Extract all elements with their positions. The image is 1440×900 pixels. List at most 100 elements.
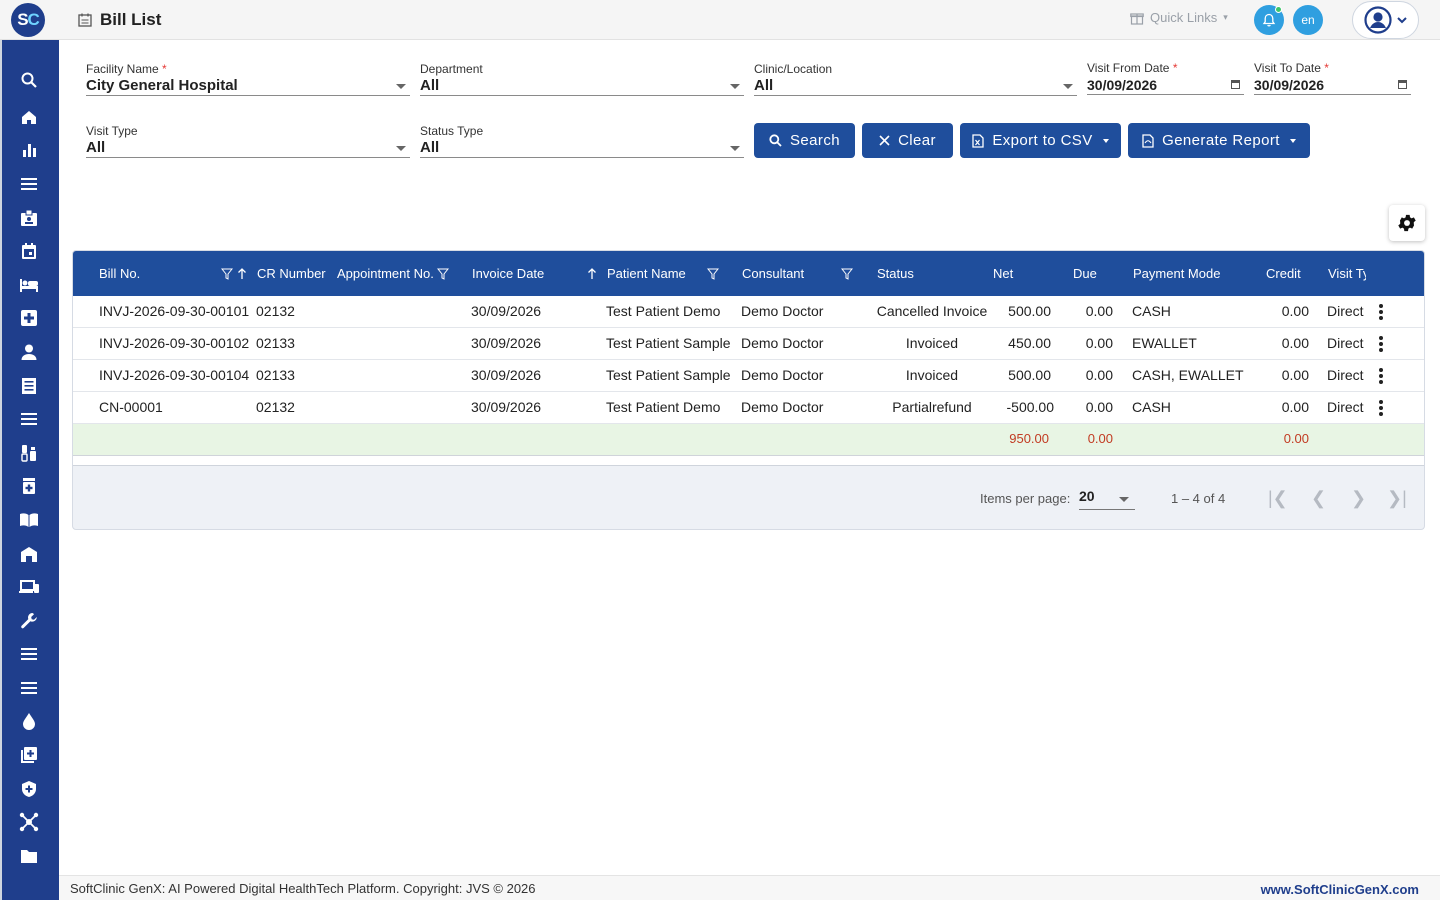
- last-page-icon[interactable]: ❯|: [1387, 488, 1407, 509]
- store-icon[interactable]: [19, 544, 39, 564]
- visit-from-date-field[interactable]: Visit From Date * 30/09/2026: [1087, 61, 1244, 95]
- cell-consultant: Demo Doctor: [741, 335, 824, 351]
- wrench-icon[interactable]: [19, 611, 39, 631]
- book-icon[interactable]: [19, 510, 39, 530]
- cell-credit: 0.00: [1281, 335, 1309, 351]
- user-menu-button[interactable]: [1352, 1, 1419, 39]
- filter-icon[interactable]: [437, 268, 449, 280]
- website-link[interactable]: www.SoftClinicGenX.com: [1261, 882, 1419, 897]
- quick-links-menu[interactable]: Quick Links ▾: [1130, 10, 1228, 25]
- page-range: 1 – 4 of 4: [1171, 491, 1226, 506]
- cell-bill-no[interactable]: INVJ-2026-09-30-00102: [99, 335, 249, 351]
- department-value[interactable]: All: [420, 76, 744, 96]
- cell-consultant: Demo Doctor: [741, 303, 824, 319]
- header-bill-no[interactable]: Bill No.: [99, 266, 140, 281]
- calendar-icon[interactable]: [19, 241, 39, 261]
- more-actions-icon[interactable]: [1379, 304, 1383, 320]
- shield-icon[interactable]: [19, 779, 39, 799]
- export-csv-button[interactable]: Export to CSV: [960, 123, 1121, 158]
- sort-arrow-icon[interactable]: [587, 268, 597, 280]
- language-button[interactable]: en: [1293, 5, 1323, 35]
- header-status[interactable]: Status: [877, 266, 914, 281]
- status-type-select[interactable]: Status Type All: [420, 124, 744, 158]
- filter-icon[interactable]: [221, 268, 233, 280]
- visit-to-date-field[interactable]: Visit To Date * 30/09/2026: [1254, 61, 1411, 95]
- more-actions-icon[interactable]: [1379, 336, 1383, 352]
- person-icon[interactable]: [19, 342, 39, 362]
- list-icon[interactable]: [19, 409, 39, 429]
- visit-type-value[interactable]: All: [86, 138, 410, 158]
- facility-value[interactable]: City General Hospital: [86, 76, 410, 96]
- page-size-select[interactable]: 20: [1079, 488, 1135, 510]
- header-invoice-date[interactable]: Invoice Date: [472, 266, 544, 281]
- visit-to-value[interactable]: 30/09/2026: [1254, 75, 1411, 95]
- footer: SoftClinic GenX: AI Powered Digital Heal…: [59, 875, 1440, 900]
- header-credit[interactable]: Credit: [1266, 266, 1301, 281]
- cell-bill-no[interactable]: INVJ-2026-09-30-00101: [99, 303, 249, 319]
- header-net[interactable]: Net: [993, 266, 1013, 281]
- table-row[interactable]: CN-00001 02132 30/09/2026 Test Patient D…: [73, 392, 1424, 424]
- visit-from-value[interactable]: 30/09/2026: [1087, 75, 1244, 95]
- previous-page-icon[interactable]: ❮: [1311, 488, 1326, 509]
- table-row[interactable]: INVJ-2026-09-30-00102 02133 30/09/2026 T…: [73, 328, 1424, 360]
- header-cr-number[interactable]: CR Number: [257, 266, 326, 281]
- filter-icon[interactable]: [707, 268, 719, 280]
- header-appointment-no[interactable]: Appointment No.: [337, 266, 434, 281]
- receipt-icon[interactable]: [19, 376, 39, 396]
- app-logo[interactable]: SC: [11, 3, 45, 37]
- sort-arrow-icon[interactable]: [237, 268, 247, 280]
- clear-button[interactable]: Clear: [862, 123, 953, 158]
- medical-plus-icon[interactable]: [19, 308, 39, 328]
- close-icon: [879, 135, 890, 146]
- menu-2-icon[interactable]: [19, 644, 39, 664]
- column-settings-button[interactable]: [1389, 205, 1425, 241]
- folder-icon[interactable]: [19, 846, 39, 866]
- more-actions-icon[interactable]: [1379, 400, 1383, 416]
- bar-chart-icon[interactable]: [19, 140, 39, 160]
- horizontal-scrollbar[interactable]: [73, 456, 1424, 466]
- first-page-icon[interactable]: |❮: [1268, 488, 1288, 509]
- facility-select[interactable]: Facility Name * City General Hospital: [86, 62, 410, 96]
- department-select[interactable]: Department All: [420, 62, 744, 96]
- total-credit: 0.00: [1283, 431, 1309, 446]
- home-icon[interactable]: [19, 107, 39, 127]
- cell-bill-no[interactable]: INVJ-2026-09-30-00104: [99, 367, 249, 383]
- avatar-icon: [1363, 6, 1392, 34]
- header-due[interactable]: Due: [1073, 266, 1097, 281]
- paginator: Items per page: 20 1 – 4 of 4 |❮ ❮ ❯ ❯|: [73, 466, 1424, 529]
- drop-icon[interactable]: [19, 711, 39, 731]
- cell-due: 0.00: [1085, 367, 1113, 383]
- cell-bill-no[interactable]: CN-00001: [99, 399, 163, 415]
- pharmacy-icon[interactable]: [19, 476, 39, 496]
- calendar-icon[interactable]: [1231, 80, 1240, 89]
- clinic-select[interactable]: Clinic/Location All: [754, 62, 1077, 96]
- add-box-icon[interactable]: [19, 745, 39, 765]
- status-type-value[interactable]: All: [420, 138, 744, 158]
- pdf-file-icon: [1142, 133, 1154, 148]
- menu-icon[interactable]: [19, 174, 39, 194]
- gear-icon: [1398, 214, 1416, 232]
- search-icon[interactable]: [19, 70, 39, 90]
- header-consultant[interactable]: Consultant: [742, 266, 804, 281]
- badge-icon[interactable]: [19, 208, 39, 228]
- calendar-icon[interactable]: [1398, 80, 1407, 89]
- more-actions-icon[interactable]: [1379, 368, 1383, 384]
- bed-icon[interactable]: [19, 275, 39, 295]
- devices-icon[interactable]: [19, 577, 39, 597]
- visit-type-select[interactable]: Visit Type All: [86, 124, 410, 158]
- clinic-value[interactable]: All: [754, 76, 1077, 96]
- menu-3-icon[interactable]: [19, 678, 39, 698]
- filter-icon[interactable]: [841, 268, 853, 280]
- network-icon[interactable]: [19, 812, 39, 832]
- header-patient-name[interactable]: Patient Name: [607, 266, 686, 281]
- next-page-icon[interactable]: ❯: [1351, 488, 1366, 509]
- table-row[interactable]: INVJ-2026-09-30-00104 02133 30/09/2026 T…: [73, 360, 1424, 392]
- generate-report-button[interactable]: Generate Report: [1128, 123, 1310, 158]
- notifications-button[interactable]: [1254, 5, 1284, 35]
- header-payment-mode[interactable]: Payment Mode: [1133, 266, 1220, 281]
- lab-icon[interactable]: [19, 443, 39, 463]
- header-visit-type[interactable]: Visit Ty: [1328, 266, 1366, 281]
- cell-payment-mode: CASH: [1132, 303, 1171, 319]
- search-button[interactable]: Search: [754, 123, 855, 158]
- table-row[interactable]: INVJ-2026-09-30-00101 02132 30/09/2026 T…: [73, 296, 1424, 328]
